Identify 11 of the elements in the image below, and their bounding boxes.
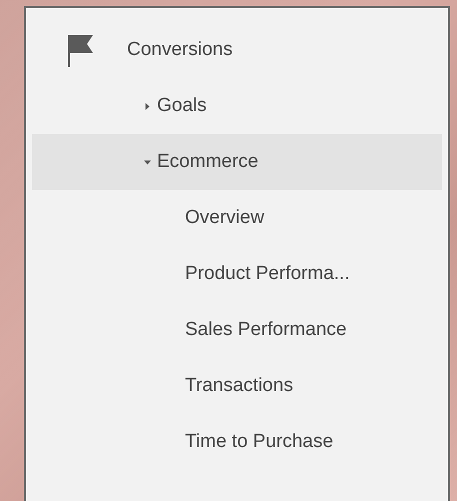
submenu-item[interactable]: Overview	[32, 190, 442, 246]
flag-icon	[66, 33, 93, 67]
section-title: Conversions	[127, 39, 233, 61]
submenu-item[interactable]: Transactions	[32, 358, 442, 414]
caret-down-icon	[144, 158, 151, 166]
submenu-item[interactable]: Sales Performance	[32, 302, 442, 358]
submenu-item[interactable]: Product Performa...	[32, 246, 442, 302]
menu-item[interactable]: Ecommerce	[32, 134, 442, 190]
submenu-item[interactable]: Time to Purchase	[32, 414, 442, 470]
caret-right-icon	[144, 102, 151, 110]
menu-item[interactable]: Goals	[32, 78, 442, 134]
